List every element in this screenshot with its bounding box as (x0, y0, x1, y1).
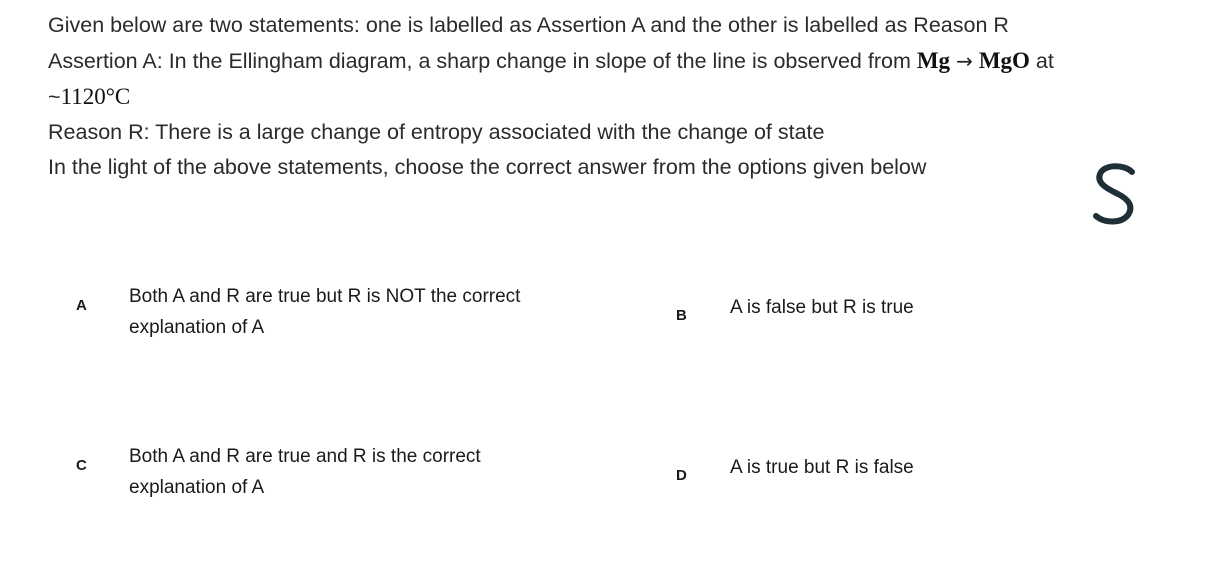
option-b[interactable]: A is false but R is true (730, 292, 914, 323)
option-d-line1: A is true but R is false (730, 457, 914, 478)
assertion-a: Assertion A: In the Ellingham diagram, a… (48, 43, 1198, 79)
option-c-letter[interactable]: C (76, 457, 87, 474)
temperature-prefix: ~ (48, 85, 61, 109)
arrow-icon: → (956, 49, 973, 73)
option-d-letter[interactable]: D (676, 467, 687, 484)
option-c-line1: Both A and R are true and R is the corre… (129, 446, 481, 467)
math-mg: Mg (916, 48, 951, 73)
temperature-value: 1120°C (60, 84, 131, 109)
instruction-text: In the light of the above statements, ch… (48, 155, 927, 179)
handwritten-s-icon (1093, 163, 1135, 225)
option-c-line2: explanation of A (129, 477, 265, 498)
option-a-letter[interactable]: A (76, 297, 87, 314)
assertion-temperature-line: ~1120°C (48, 79, 1198, 115)
option-d[interactable]: A is true but R is false (730, 452, 914, 483)
option-c[interactable]: Both A and R are true and R is the corre… (129, 441, 481, 503)
option-b-letter[interactable]: B (676, 307, 687, 324)
assertion-at: at (1029, 49, 1054, 73)
option-a-line2: explanation of A (129, 317, 265, 338)
option-a-line1: Both A and R are true but R is NOT the c… (129, 286, 521, 307)
question-text: Given below are two statements: one is l… (48, 8, 1198, 185)
assertion-text: Assertion A: In the Ellingham diagram, a… (48, 49, 917, 73)
option-b-line1: A is false but R is true (730, 297, 914, 318)
question-intro: Given below are two statements: one is l… (48, 13, 1009, 37)
reason-r: Reason R: There is a large change of ent… (48, 120, 825, 144)
option-a[interactable]: Both A and R are true but R is NOT the c… (129, 281, 520, 343)
math-mgo: MgO (978, 48, 1030, 73)
